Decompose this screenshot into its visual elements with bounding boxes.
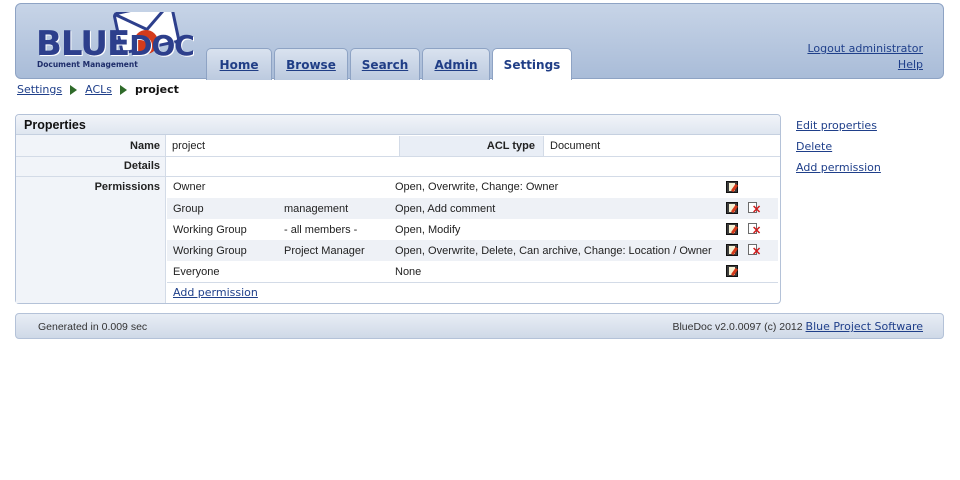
name-label: Name — [130, 140, 160, 152]
permission-rights: Open, Modify — [395, 224, 461, 236]
logo-text: BLUEDOC — [36, 24, 195, 64]
properties-panel: Properties Name project ACL type Documen… — [15, 114, 781, 304]
permission-row: Working Group Project Manager Open, Over… — [167, 240, 778, 261]
permission-row: Working Group - all members - Open, Modi… — [167, 219, 778, 240]
edit-icon[interactable] — [726, 223, 738, 235]
delete-link[interactable]: Delete — [796, 136, 881, 157]
acl-type-label-cell: ACL type — [399, 136, 544, 156]
company-link[interactable]: Blue Project Software — [806, 320, 923, 333]
add-permission-link[interactable]: Add permission — [173, 286, 258, 299]
breadcrumb-arrow-icon — [120, 84, 127, 95]
name-row: Name project ACL type Document — [16, 136, 780, 156]
details-row: Details — [16, 157, 780, 176]
details-label: Details — [123, 160, 160, 172]
permission-rights: Open, Add comment — [395, 203, 496, 215]
permission-subject: Working Group — [173, 245, 247, 257]
breadcrumb-acls[interactable]: ACLs — [85, 83, 112, 96]
main-tabs: Home Browse Search Admin Settings — [206, 48, 572, 80]
tab-home[interactable]: Home — [206, 48, 272, 80]
permission-row: Owner Open, Overwrite, Change: Owner — [167, 177, 778, 198]
breadcrumb-arrow-icon — [70, 84, 78, 95]
logout-link[interactable]: Logout administrator — [807, 42, 923, 55]
edit-icon[interactable] — [726, 202, 738, 214]
help-link[interactable]: Help — [898, 58, 923, 71]
name-value: project — [172, 140, 206, 152]
acl-type-label: ACL type — [486, 140, 535, 152]
edit-icon[interactable] — [726, 244, 738, 256]
permission-rights: Open, Overwrite, Delete, Can archive, Ch… — [395, 245, 712, 257]
permission-qualifier: management — [284, 203, 349, 215]
tab-search[interactable]: Search — [350, 48, 420, 80]
generated-time: Generated in 0.009 sec — [38, 321, 148, 333]
permission-row: Group management Open, Add comment ✕ — [167, 198, 778, 219]
side-add-permission-link[interactable]: Add permission — [796, 157, 881, 178]
permissions-label: Permissions — [94, 181, 160, 193]
permission-row: Everyone None — [167, 261, 778, 282]
breadcrumb-current: project — [135, 83, 179, 96]
delete-icon[interactable]: ✕ — [748, 244, 761, 258]
footer-copyright: BlueDoc v2.0.0097 (c) 2012 Blue Project … — [672, 320, 923, 333]
logo-subtitle: Document Management — [37, 60, 138, 69]
side-actions: Edit properties Delete Add permission — [796, 115, 881, 178]
header-links: Logout administrator Help — [807, 41, 923, 73]
breadcrumb: Settings ACLs project — [17, 83, 179, 96]
permission-rights: Open, Overwrite, Change: Owner — [395, 181, 559, 193]
divider — [167, 282, 778, 283]
footer-bar: Generated in 0.009 sec BlueDoc v2.0.0097… — [15, 313, 944, 339]
delete-icon[interactable]: ✕ — [748, 223, 761, 237]
permission-subject: Everyone — [173, 266, 220, 278]
header-bar: BLUEDOC Document Management Home Browse … — [15, 3, 944, 80]
permission-qualifier: Project Manager — [284, 245, 365, 257]
version-text: BlueDoc v2.0.0097 (c) 2012 — [672, 321, 803, 333]
tab-settings[interactable]: Settings — [492, 48, 572, 80]
acl-type-value: Document — [550, 140, 601, 152]
tab-browse[interactable]: Browse — [274, 48, 348, 80]
permission-subject: Group — [173, 203, 204, 215]
edit-properties-link[interactable]: Edit properties — [796, 115, 881, 136]
permission-subject: Owner — [173, 181, 206, 193]
edit-icon[interactable] — [726, 181, 738, 193]
permission-rights: None — [395, 266, 422, 278]
panel-title: Properties — [16, 115, 780, 135]
delete-icon[interactable]: ✕ — [748, 202, 761, 216]
bluedoc-logo[interactable]: BLUEDOC Document Management — [34, 12, 195, 72]
permission-qualifier: - all members - — [284, 224, 358, 236]
permission-subject: Working Group — [173, 224, 247, 236]
breadcrumb-settings[interactable]: Settings — [17, 83, 62, 96]
tab-admin[interactable]: Admin — [422, 48, 490, 80]
edit-icon[interactable] — [726, 265, 738, 277]
